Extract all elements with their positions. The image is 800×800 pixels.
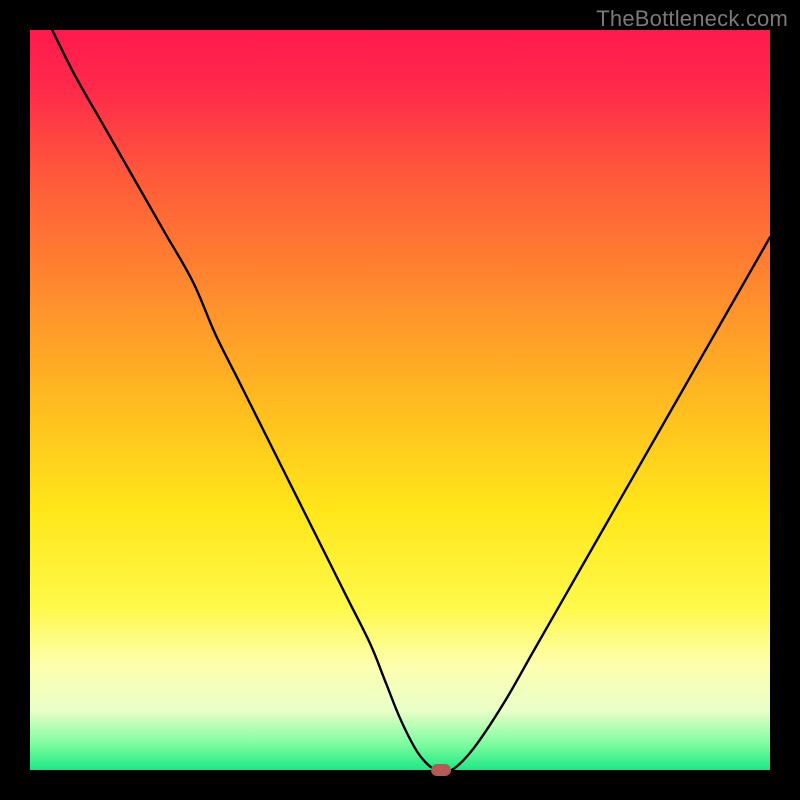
gradient-background bbox=[30, 30, 770, 770]
optimum-marker bbox=[431, 764, 451, 776]
watermark-text: TheBottleneck.com bbox=[596, 6, 788, 32]
chart-frame: TheBottleneck.com bbox=[0, 0, 800, 800]
bottleneck-chart bbox=[30, 30, 770, 770]
